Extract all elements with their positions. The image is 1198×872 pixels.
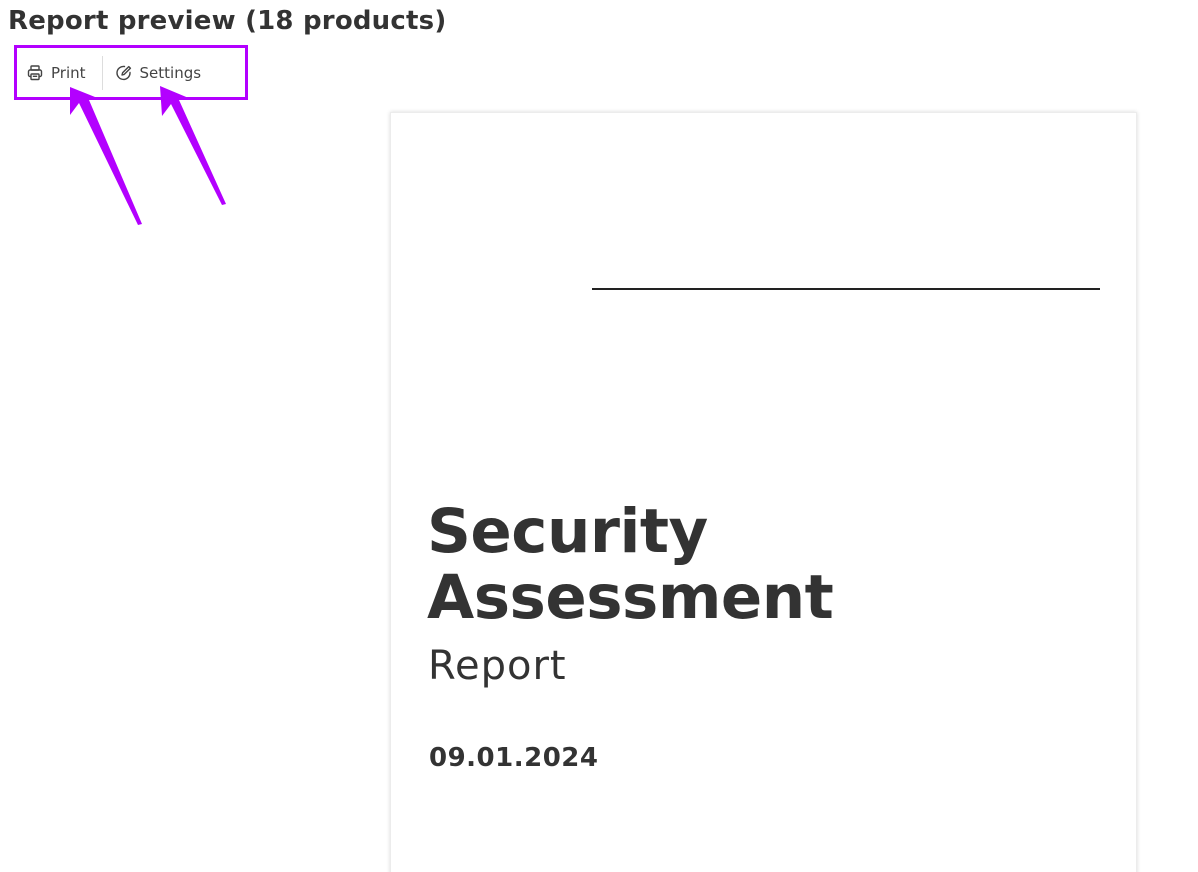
settings-button[interactable]: Settings — [103, 56, 214, 90]
report-cover-page: Security Assessment Report 09.01.2024 — [390, 112, 1137, 872]
settings-button-label: Settings — [139, 63, 202, 82]
report-title-line-1: Security — [427, 496, 708, 567]
edit-settings-icon — [115, 64, 133, 82]
annotation-arrows — [70, 86, 226, 225]
report-title: Security Assessment — [427, 496, 834, 633]
report-date: 09.01.2024 — [429, 743, 599, 773]
printer-icon — [26, 64, 44, 82]
report-title-line-2: Assessment — [427, 562, 834, 633]
print-button-label: Print — [51, 63, 86, 82]
cover-divider-line — [592, 288, 1100, 290]
report-toolbar: Print Settings — [14, 45, 248, 100]
page-title: Report preview (18 products) — [8, 6, 447, 36]
print-button[interactable]: Print — [17, 56, 102, 90]
report-preview-page: Report preview (18 products) Print Setti… — [0, 0, 1198, 872]
arrow-to-settings-icon — [160, 86, 226, 205]
arrow-to-print-icon — [70, 87, 142, 225]
report-subtitle: Report — [428, 643, 567, 689]
